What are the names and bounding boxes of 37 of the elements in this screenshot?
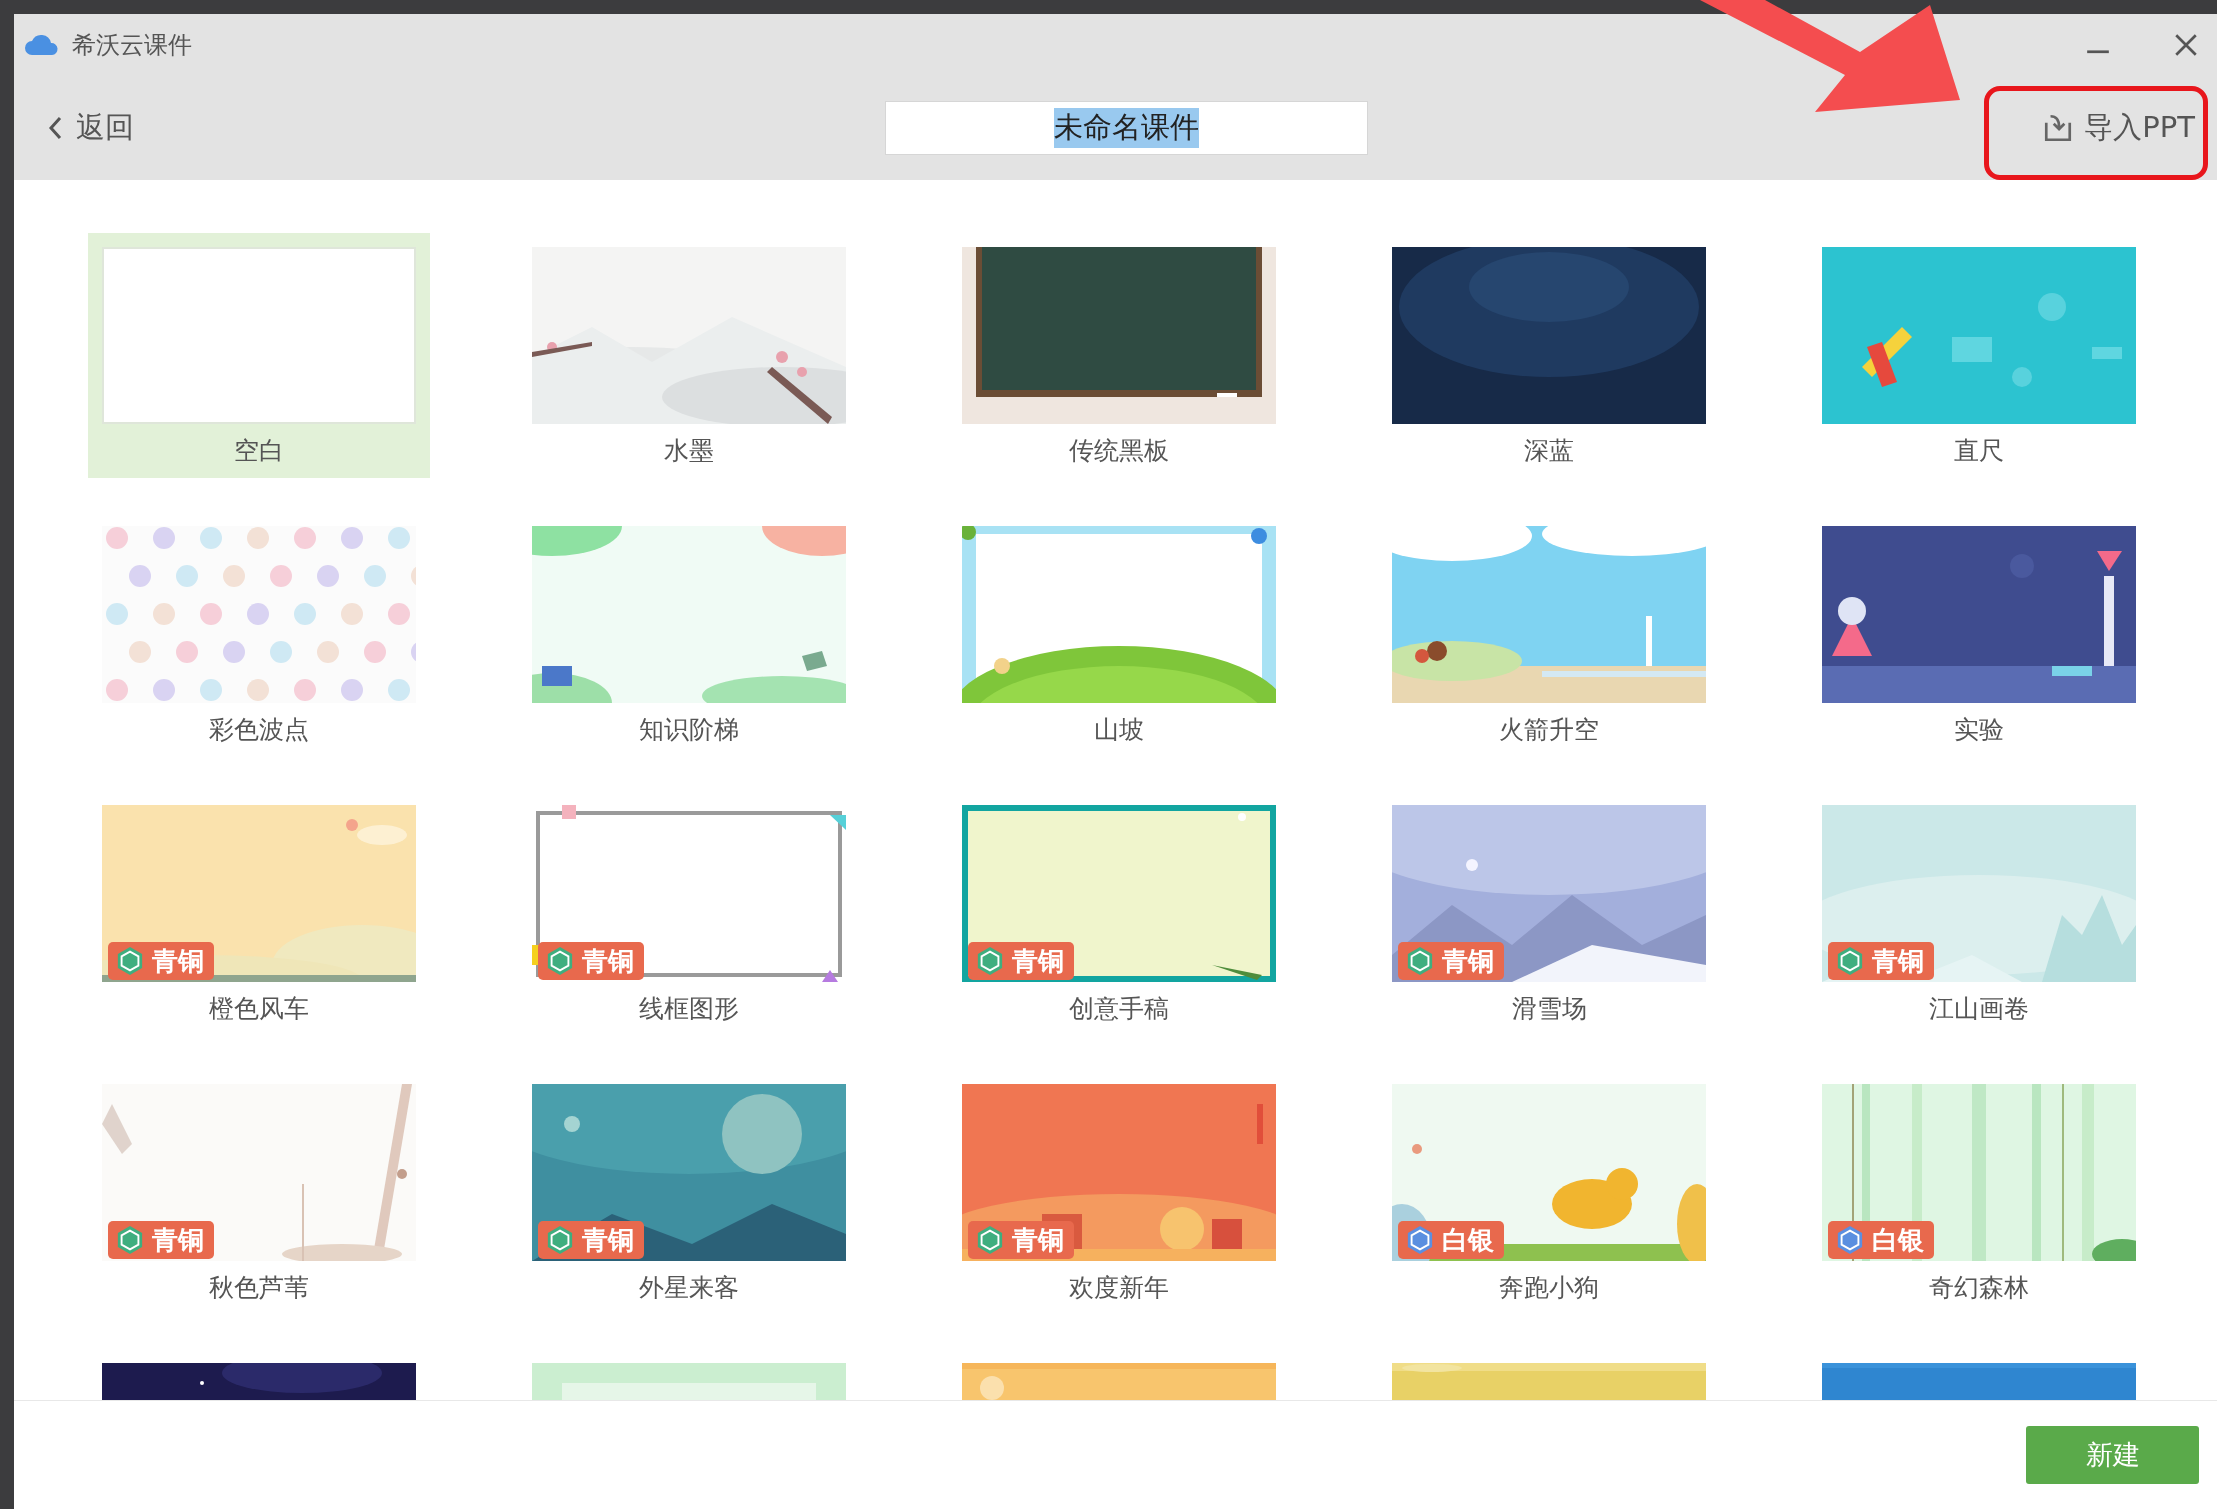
template-card[interactable]: 青铜 线框图形 — [518, 791, 860, 1036]
tier-label: 青铜 — [152, 948, 204, 974]
tier-label: 青铜 — [582, 948, 634, 974]
tier-label: 青铜 — [1012, 1227, 1064, 1253]
template-card[interactable]: 火箭升空 — [1378, 512, 1720, 757]
tier-label: 青铜 — [1872, 948, 1924, 974]
template-card[interactable]: 深蓝 — [1378, 233, 1720, 478]
close-icon[interactable] — [2173, 32, 2199, 58]
window-title: 希沃云课件 — [72, 30, 192, 61]
template-card[interactable]: 青铜 创意手稿 — [948, 791, 1290, 1036]
back-button[interactable]: 返回 — [44, 102, 138, 154]
tier-label: 青铜 — [1442, 948, 1494, 974]
cloud-icon — [24, 33, 60, 57]
import-button[interactable]: 导入PPT — [2028, 98, 2209, 158]
template-card[interactable]: 青铜 欢度新年 — [948, 1070, 1290, 1315]
template-card[interactable]: 水墨 — [518, 233, 860, 478]
template-card[interactable]: 青铜 秋色芦苇 — [88, 1070, 430, 1315]
template-card[interactable]: 青铜 江山画卷 — [1808, 791, 2150, 1036]
template-card[interactable]: 空白 — [88, 233, 430, 478]
tier-label: 青铜 — [1012, 948, 1064, 974]
title-field[interactable]: 未命名课件 — [885, 101, 1368, 155]
template-card[interactable]: 青铜 外星来客 — [518, 1070, 860, 1315]
tier-label: 白银 — [1872, 1227, 1924, 1253]
template-card[interactable]: 传统黑板 — [948, 233, 1290, 478]
template-card[interactable]: 直尺 — [1808, 233, 2150, 478]
template-card[interactable]: 白银 奇幻森林 — [1808, 1070, 2150, 1315]
template-card[interactable]: 青铜 橙色风车 — [88, 791, 430, 1036]
template-card[interactable]: 彩色波点 — [88, 512, 430, 757]
back-chevron-icon — [48, 116, 62, 140]
tier-label: 白银 — [1442, 1227, 1494, 1253]
template-card[interactable]: 实验 — [1808, 512, 2150, 757]
template-card[interactable]: 山坡 — [948, 512, 1290, 757]
tier-label: 青铜 — [582, 1227, 634, 1253]
tier-label: 青铜 — [152, 1227, 204, 1253]
template-card[interactable]: 知识阶梯 — [518, 512, 860, 757]
template-card[interactable]: 青铜 滑雪场 — [1378, 791, 1720, 1036]
template-card[interactable]: 白银 奔跑小狗 — [1378, 1070, 1720, 1315]
